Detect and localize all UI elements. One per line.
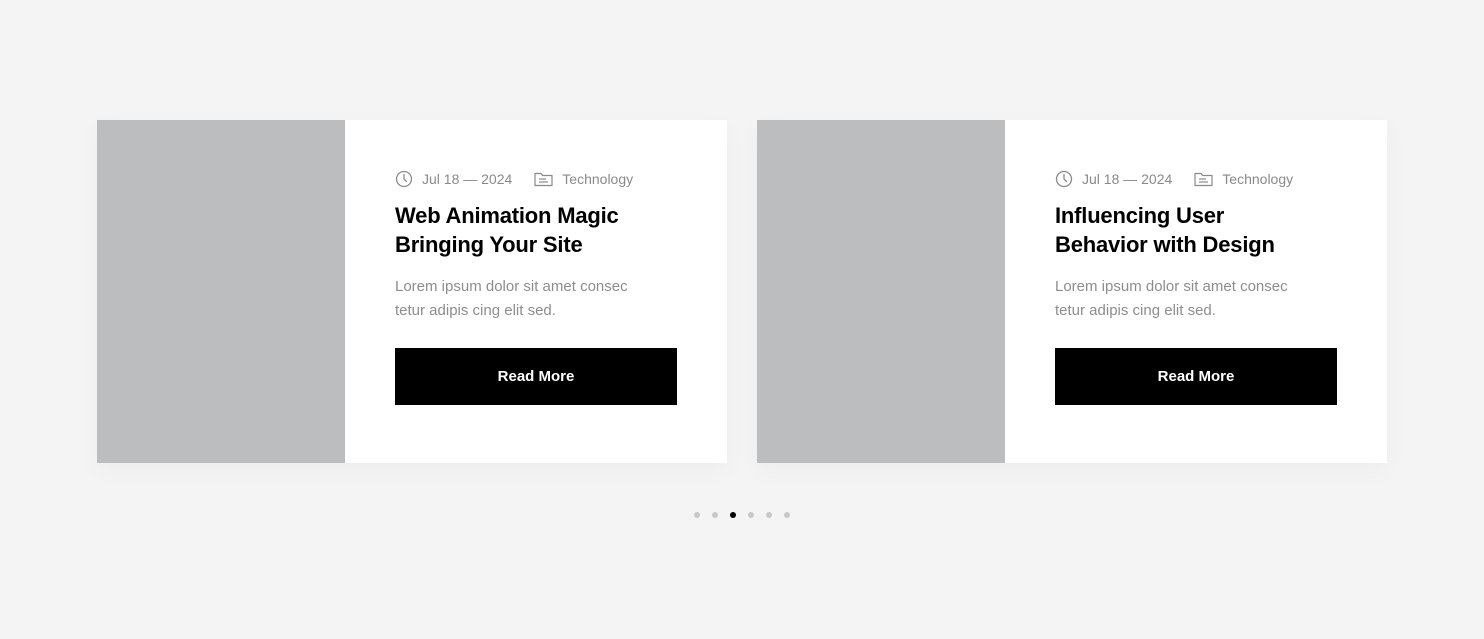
clock-icon (1055, 170, 1082, 188)
post-category[interactable]: Technology (1194, 171, 1293, 187)
blog-slider[interactable]: Jul 18 — 2024 Technology Web Animation M… (97, 120, 1387, 463)
read-more-button[interactable]: Read More (395, 348, 677, 405)
slider-pagination (694, 512, 802, 518)
post-date-text: Jul 18 — 2024 (422, 171, 513, 187)
pagination-dot[interactable] (784, 512, 790, 518)
folder-icon (1194, 171, 1222, 187)
post-excerpt: Lorem ipsum dolor sit amet consec tetur … (395, 278, 628, 319)
post-thumbnail[interactable] (97, 120, 345, 463)
post-title[interactable]: Web Animation Magic Bringing Your Site (395, 201, 645, 259)
post-thumbnail[interactable] (757, 120, 1005, 463)
post-meta: Jul 18 — 2024 Technology (1055, 170, 1337, 188)
pagination-dot[interactable] (766, 512, 772, 518)
post-category-text[interactable]: Technology (562, 171, 633, 187)
blog-card: Jul 18 — 2024 Technology Web Animation M… (97, 120, 727, 463)
post-excerpt: Lorem ipsum dolor sit amet consec tetur … (1055, 278, 1288, 319)
post-category-text[interactable]: Technology (1222, 171, 1293, 187)
post-date: Jul 18 — 2024 (395, 170, 512, 188)
pagination-dot[interactable] (694, 512, 700, 518)
pagination-dot[interactable] (712, 512, 718, 518)
blog-card: Jul 18 — 2024 Technology Influencing Use… (757, 120, 1387, 463)
post-category[interactable]: Technology (534, 171, 633, 187)
post-meta: Jul 18 — 2024 Technology (395, 170, 677, 188)
card-content: Jul 18 — 2024 Technology Influencing Use… (1005, 120, 1387, 463)
pagination-dot-active[interactable] (730, 512, 736, 518)
folder-icon (534, 171, 562, 187)
pagination-dot[interactable] (748, 512, 754, 518)
read-more-button[interactable]: Read More (1055, 348, 1337, 405)
post-date: Jul 18 — 2024 (1055, 170, 1172, 188)
clock-icon (395, 170, 422, 188)
post-date-text: Jul 18 — 2024 (1082, 171, 1173, 187)
card-content: Jul 18 — 2024 Technology Web Animation M… (345, 120, 727, 463)
post-title[interactable]: Influencing User Behavior with Design (1055, 201, 1305, 259)
